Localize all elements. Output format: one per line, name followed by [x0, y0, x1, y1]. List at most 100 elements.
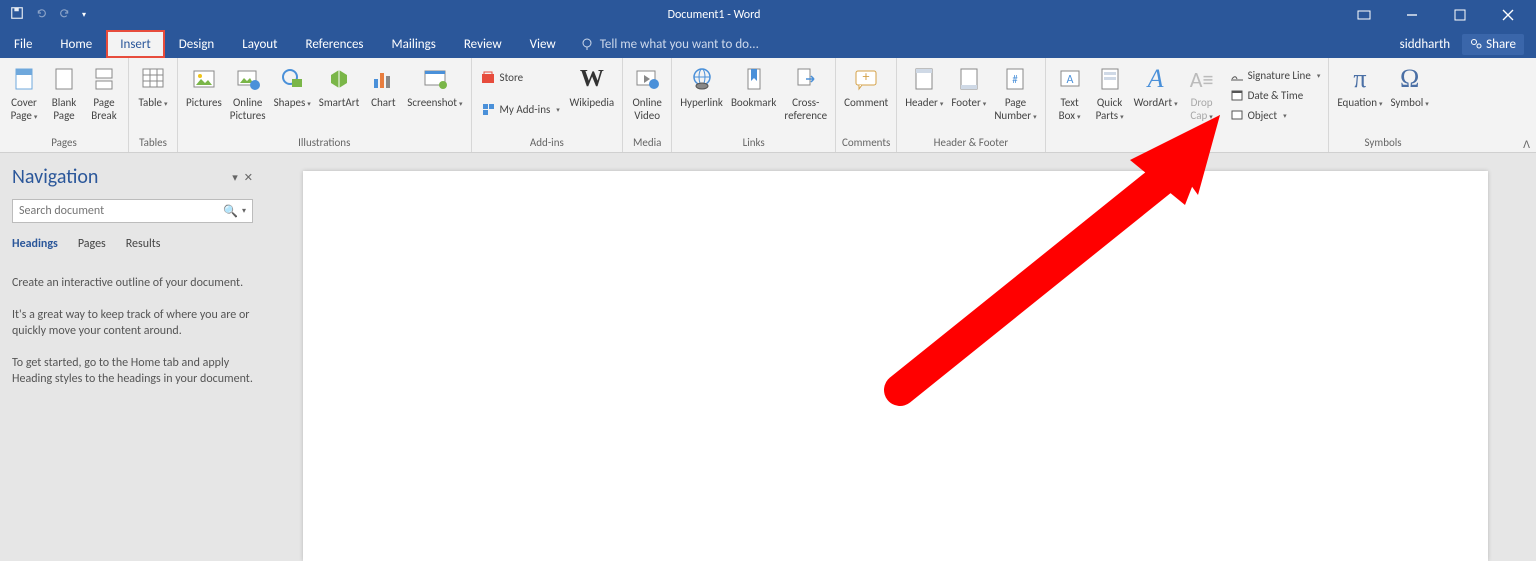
symbol-button[interactable]: ΩSymbol	[1387, 61, 1433, 112]
nav-tab-pages[interactable]: Pages	[78, 237, 106, 251]
group-links: Hyperlink Bookmark Cross- reference Link…	[672, 58, 836, 152]
collapse-ribbon-icon[interactable]: ᐱ	[1523, 138, 1530, 151]
group-addins: Store My Add-ins WWikipedia Add-ins	[472, 58, 624, 152]
text-box-button[interactable]: AText Box	[1050, 61, 1090, 125]
nav-tab-results[interactable]: Results	[126, 237, 161, 251]
redo-icon[interactable]	[58, 6, 72, 24]
store-button[interactable]: Store	[476, 67, 566, 87]
shapes-button[interactable]: Shapes	[270, 61, 315, 112]
tab-references[interactable]: References	[292, 30, 378, 58]
wikipedia-button[interactable]: WWikipedia	[566, 61, 619, 111]
tab-mailings[interactable]: Mailings	[378, 30, 450, 58]
lightbulb-icon	[580, 37, 594, 51]
nav-tab-headings[interactable]: Headings	[12, 237, 58, 251]
group-illustrations: Pictures Online Pictures Shapes SmartArt…	[178, 58, 472, 152]
undo-icon[interactable]	[34, 6, 48, 24]
wikipedia-icon: W	[580, 66, 604, 93]
tell-me-label: Tell me what you want to do...	[600, 37, 759, 52]
online-pictures-button[interactable]: Online Pictures	[226, 61, 270, 124]
svg-text:A: A	[1066, 73, 1073, 87]
nav-hint-1: Create an interactive outline of your do…	[12, 275, 253, 291]
title-bar: ▾ Document1 - Word	[0, 0, 1536, 30]
document-page[interactable]	[303, 171, 1488, 561]
nav-close-icon[interactable]: ✕	[244, 171, 253, 184]
share-button[interactable]: Share	[1462, 34, 1524, 55]
minimize-button[interactable]	[1390, 5, 1434, 25]
ribbon-tabs: File Home Insert Design Layout Reference…	[0, 30, 1536, 58]
tab-home[interactable]: Home	[46, 30, 106, 58]
tab-review[interactable]: Review	[450, 30, 516, 58]
dropcap-icon: A≡	[1190, 66, 1214, 93]
ribbon-display-icon[interactable]	[1342, 5, 1386, 25]
footer-button[interactable]: Footer	[947, 61, 990, 112]
tab-insert[interactable]: Insert	[106, 30, 165, 58]
object-button[interactable]: Object	[1226, 105, 1325, 125]
drop-cap-button[interactable]: A≡Drop Cap	[1182, 61, 1222, 125]
table-button[interactable]: Table	[133, 61, 173, 112]
save-icon[interactable]	[10, 6, 24, 24]
tab-view[interactable]: View	[516, 30, 570, 58]
signature-icon	[1230, 68, 1244, 82]
signature-line-button[interactable]: Signature Line	[1226, 65, 1325, 85]
nav-hint-3: To get started, go to the Home tab and a…	[12, 355, 253, 387]
user-name[interactable]: siddharth	[1400, 37, 1451, 52]
search-input[interactable]	[19, 204, 223, 218]
quick-access-toolbar: ▾	[0, 6, 86, 24]
maximize-button[interactable]	[1438, 5, 1482, 25]
comment-button[interactable]: +Comment	[840, 61, 892, 111]
equation-button[interactable]: πEquation	[1333, 61, 1386, 112]
group-comments: +Comment Comments	[836, 58, 897, 152]
omega-icon: Ω	[1400, 64, 1419, 94]
chart-button[interactable]: Chart	[363, 61, 403, 111]
search-dropdown-icon[interactable]: ▾	[242, 206, 246, 216]
ribbon: Cover Page Blank Page Page Break Pages T…	[0, 58, 1536, 153]
close-button[interactable]	[1486, 5, 1530, 25]
cross-reference-button[interactable]: Cross- reference	[780, 61, 831, 124]
group-text: AText Box Quick Parts AWordArt A≡Drop Ca…	[1046, 58, 1330, 152]
search-document-input[interactable]: 🔍 ▾	[12, 199, 253, 223]
my-addins-button[interactable]: My Add-ins	[476, 99, 566, 119]
blank-page-button[interactable]: Blank Page	[44, 61, 84, 124]
tab-file[interactable]: File	[0, 30, 46, 58]
tell-me-search[interactable]: Tell me what you want to do...	[570, 37, 759, 52]
addins-icon	[480, 101, 496, 117]
page-number-button[interactable]: #Page Number	[990, 61, 1040, 125]
smartart-button[interactable]: SmartArt	[315, 61, 364, 111]
store-icon	[480, 69, 496, 85]
object-icon	[1230, 108, 1244, 122]
window-title: Document1 - Word	[86, 8, 1342, 22]
window-controls	[1342, 5, 1536, 25]
group-symbols: πEquation ΩSymbol Symbols	[1329, 58, 1436, 152]
nav-dropdown-icon[interactable]: ▾	[232, 171, 238, 184]
group-tables: Table Tables	[129, 58, 178, 152]
svg-text:#: #	[1013, 73, 1019, 86]
search-icon[interactable]: 🔍	[223, 204, 238, 219]
calendar-icon	[1230, 88, 1244, 102]
svg-text:+: +	[863, 68, 870, 85]
nav-tabs: Headings Pages Results	[12, 237, 253, 251]
group-media: Online Video Media	[623, 58, 672, 152]
cover-page-button[interactable]: Cover Page	[4, 61, 44, 125]
nav-hint-2: It's a great way to keep track of where …	[12, 307, 253, 339]
workspace: Navigation ▾ ✕ 🔍 ▾ Headings Pages Result…	[0, 153, 1536, 561]
screenshot-button[interactable]: Screenshot	[403, 61, 466, 112]
nav-body: Create an interactive outline of your do…	[12, 275, 253, 387]
date-time-button[interactable]: Date & Time	[1226, 85, 1325, 105]
tab-design[interactable]: Design	[165, 30, 228, 58]
pictures-button[interactable]: Pictures	[182, 61, 226, 111]
share-icon	[1470, 38, 1482, 50]
quick-parts-button[interactable]: Quick Parts	[1090, 61, 1130, 125]
pi-icon: π	[1353, 64, 1366, 94]
wordart-icon: A	[1148, 64, 1164, 94]
hyperlink-button[interactable]: Hyperlink	[676, 61, 727, 111]
navigation-pane: Navigation ▾ ✕ 🔍 ▾ Headings Pages Result…	[0, 153, 265, 561]
share-label: Share	[1486, 37, 1516, 52]
tab-layout[interactable]: Layout	[228, 30, 291, 58]
bookmark-button[interactable]: Bookmark	[727, 61, 780, 111]
wordart-button[interactable]: AWordArt	[1130, 61, 1182, 112]
navigation-title: Navigation	[12, 165, 98, 189]
document-area	[265, 153, 1536, 561]
online-video-button[interactable]: Online Video	[627, 61, 667, 124]
page-break-button[interactable]: Page Break	[84, 61, 124, 124]
header-button[interactable]: Header	[901, 61, 947, 112]
